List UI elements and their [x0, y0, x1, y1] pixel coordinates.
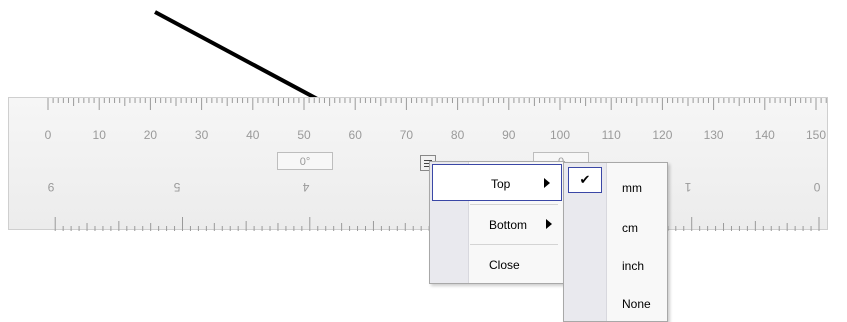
context-menu: Top Bottom Close — [429, 161, 565, 284]
ruler-label-top: 100 — [550, 128, 570, 142]
submenu-arrow-icon — [546, 219, 552, 229]
ruler[interactable]: 0 10 20 30 40 50 60 70 80 90 100 110 120 130 140 150 9 5 4… — [8, 97, 828, 231]
ruler-label-top: 80 — [451, 128, 465, 142]
menu-item-close-label: Close — [489, 258, 520, 272]
ruler-label-top: 10 — [93, 128, 107, 142]
ruler-label-top: 30 — [195, 128, 209, 142]
ruler-label-top: 150 — [806, 128, 826, 142]
menu-item-top-label: Top — [491, 177, 511, 191]
ruler-label-top: 0 — [45, 128, 52, 142]
submenu-item-inch[interactable]: inch — [564, 247, 667, 284]
units-submenu: ✔ mm cm inch None — [563, 162, 668, 322]
ruler-label-top: 50 — [297, 128, 311, 142]
ruler-label-top: 60 — [349, 128, 363, 142]
ruler-label-top: 140 — [755, 128, 775, 142]
submenu-item-mm[interactable]: mm — [564, 169, 667, 206]
ruler-label-top: 40 — [246, 128, 260, 142]
submenu-arrow-icon — [544, 178, 550, 188]
ruler-label-top: 110 — [602, 128, 621, 142]
menu-item-bottom[interactable]: Bottom — [430, 206, 564, 243]
ruler-label-top: 120 — [652, 128, 672, 142]
menu-item-close[interactable]: Close — [430, 246, 564, 283]
ruler-label-bottom: 1 — [684, 180, 691, 194]
submenu-item-cm[interactable]: cm — [564, 209, 667, 246]
ruler-label-top: 20 — [144, 128, 158, 142]
ruler-label-top: 70 — [400, 128, 414, 142]
ruler-label-bottom: 9 — [47, 180, 54, 194]
submenu-item-none[interactable]: None — [564, 285, 667, 322]
ruler-label-top: 90 — [502, 128, 516, 142]
angle-left-box: 0° — [277, 152, 333, 170]
menu-item-bottom-label: Bottom — [489, 218, 528, 232]
ruler-label-bottom: 4 — [302, 180, 309, 194]
menu-item-top[interactable]: Top — [432, 164, 562, 201]
ruler-label-bottom: 5 — [173, 180, 180, 194]
ruler-label-bottom: 0 — [813, 180, 820, 194]
ruler-label-top: 130 — [704, 128, 724, 142]
ruler-scale: 0 10 20 30 40 50 60 70 80 90 100 110 120 130 140 1509 5 4… — [45, 98, 827, 231]
